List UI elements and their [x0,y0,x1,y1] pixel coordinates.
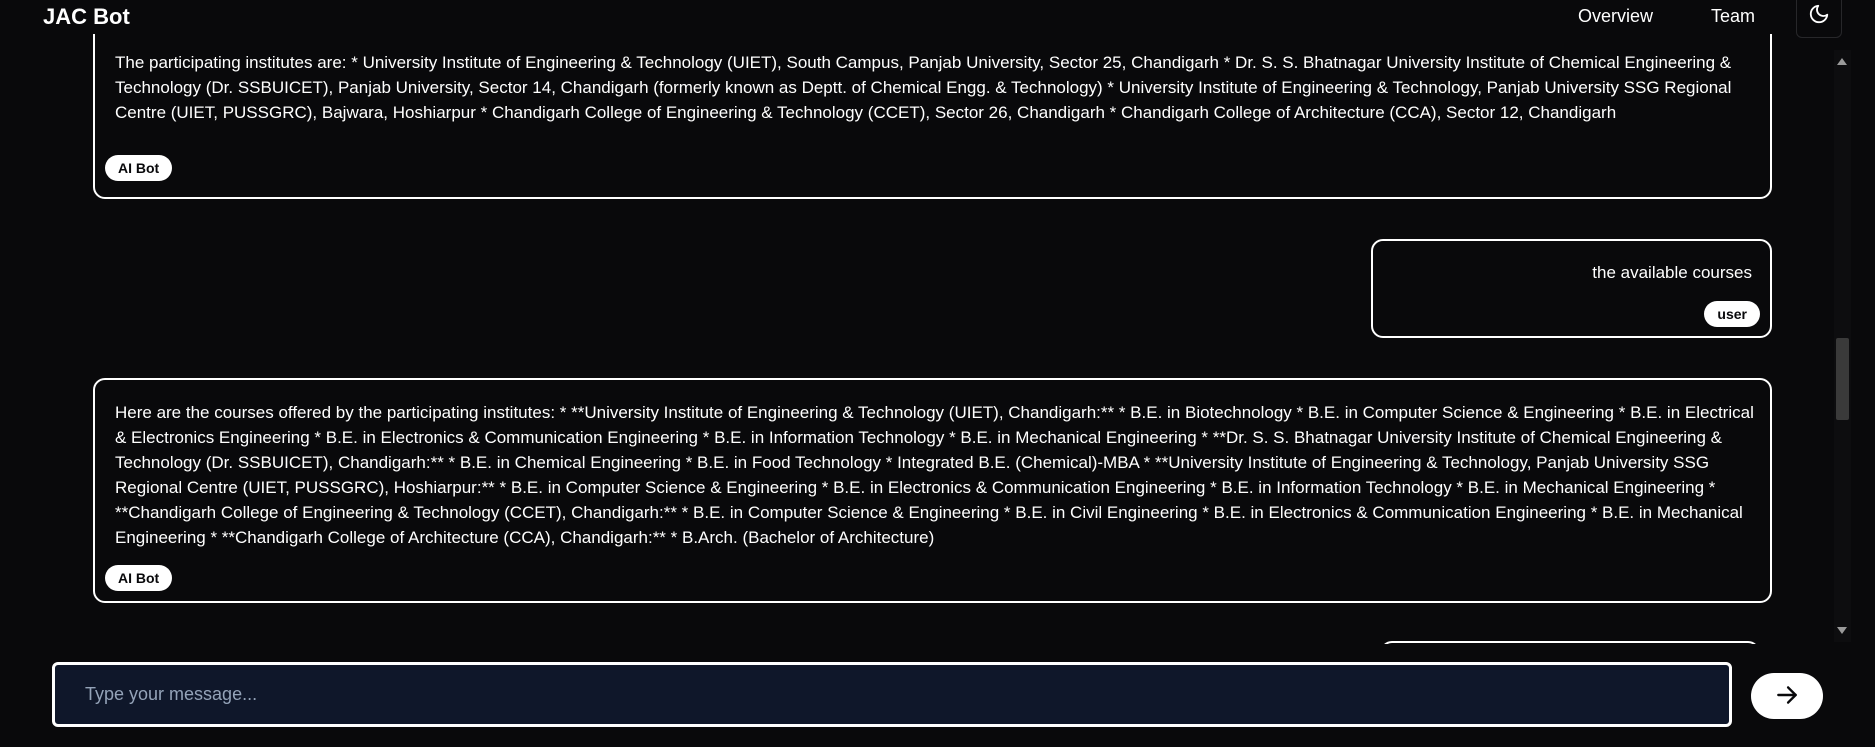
app-title[interactable]: JAC Bot [43,4,130,30]
nav-overview-link[interactable]: Overview [1578,6,1653,27]
message-text: The participating institutes are: * Univ… [115,53,1732,122]
message-input-container [52,662,1732,727]
bot-message: The participating institutes are: * Univ… [93,34,1772,199]
message-input[interactable] [55,665,1729,724]
send-button[interactable] [1751,673,1823,719]
chat-message-list[interactable]: The participating institutes are: * Univ… [0,34,1850,644]
bot-message: Here are the courses offered by the part… [93,378,1772,603]
nav-team-link[interactable]: Team [1711,6,1755,27]
scroll-down-icon[interactable] [1837,627,1847,634]
theme-toggle-button[interactable] [1796,0,1842,38]
scroll-up-icon[interactable] [1837,58,1847,65]
app-header: JAC Bot Overview Team [0,0,1875,38]
moon-icon [1808,3,1830,30]
message-sender-badge: AI Bot [105,565,173,591]
arrow-right-icon [1774,682,1800,711]
user-message: the available courses user [1371,239,1772,338]
message-sender-badge: AI Bot [105,155,173,181]
message-text: Here are the courses offered by the part… [115,403,1754,547]
user-message [1380,641,1760,644]
scrollbar-thumb[interactable] [1836,338,1849,420]
message-text: the available courses [1592,263,1752,282]
message-sender-badge: user [1704,301,1760,327]
chat-scrollbar[interactable] [1834,50,1851,642]
